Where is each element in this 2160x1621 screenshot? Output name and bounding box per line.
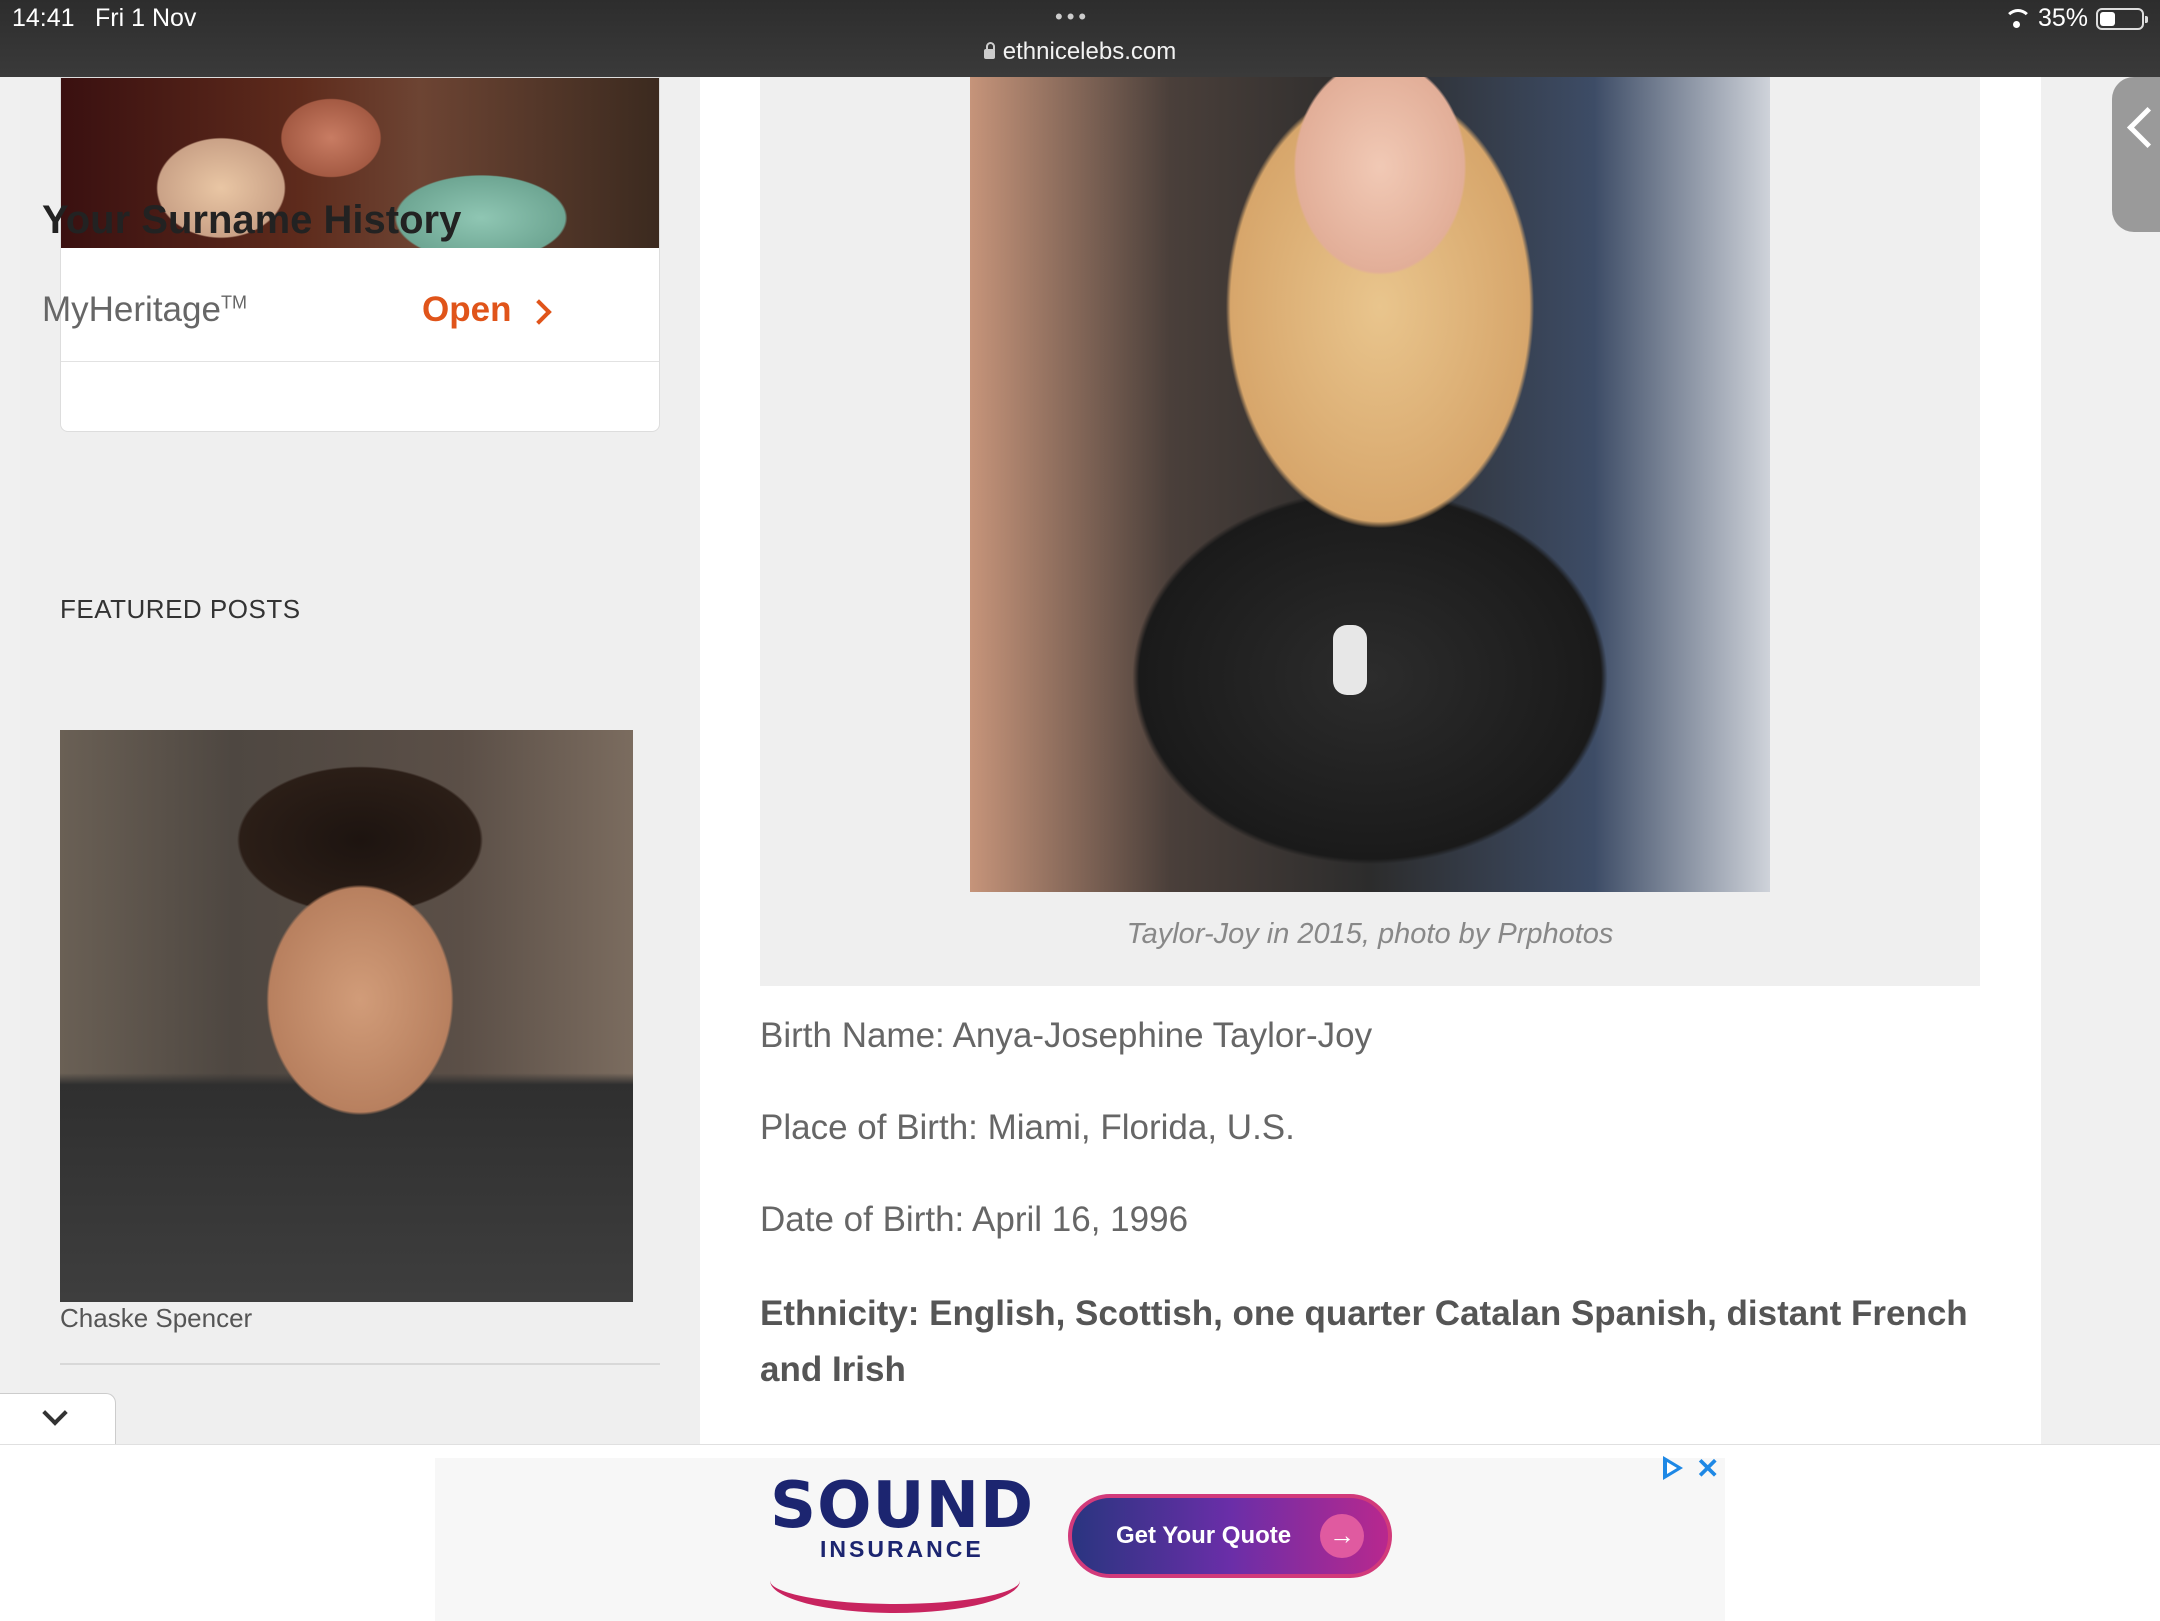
status-indicators: 35% xyxy=(2003,4,2148,33)
sidebar-ad-card[interactable] xyxy=(60,77,660,432)
date-of-birth: Date of Birth: April 16, 1996 xyxy=(760,1200,1189,1239)
chevron-down-icon[interactable] xyxy=(42,1400,68,1426)
sound-insurance-logo[interactable]: SOUND xyxy=(770,1469,1034,1543)
featured-posts-heading: FEATURED POSTS xyxy=(60,594,301,624)
url-text: ethnicelebs.com xyxy=(1002,38,1177,65)
browser-top-bar: 14:41 Fri 1 Nov ••• ethnicelebs.com 35% xyxy=(0,0,2160,77)
ethnicity: Ethnicity: English, Scottish, one quarte… xyxy=(760,1294,1968,1389)
adchoices-icon[interactable] xyxy=(1663,1456,1683,1480)
divider xyxy=(60,1363,660,1365)
ad-headline[interactable]: Your Surname History xyxy=(42,198,461,243)
chevron-left-icon[interactable] xyxy=(2127,103,2145,153)
get-quote-label[interactable]: Get Your Quote xyxy=(1116,1522,1291,1550)
wifi-icon xyxy=(2003,8,2032,29)
status-date: Fri 1 Nov xyxy=(95,4,197,32)
ad-brand-name: MyHeritage xyxy=(42,290,221,329)
photo-caption: Taylor-Joy in 2015, photo by Prphotos xyxy=(1126,918,1614,950)
featured-post-caption[interactable]: Chaske Spencer xyxy=(60,1303,252,1334)
ad-brand-trademark: TM xyxy=(220,292,247,313)
battery-percent: 35% xyxy=(2037,4,2088,32)
place-of-birth: Place of Birth: Miami, Florida, U.S. xyxy=(760,1108,1295,1147)
close-icon[interactable]: ✕ xyxy=(1696,1452,1719,1485)
more-options-icon[interactable]: ••• xyxy=(1055,4,1090,30)
ad-footer xyxy=(61,361,659,431)
collapse-tab[interactable] xyxy=(0,1393,116,1445)
ad-brand: MyHeritageTM xyxy=(42,290,247,330)
logo-swoosh xyxy=(770,1548,1020,1613)
side-panel-handle[interactable] xyxy=(2112,77,2160,232)
ad-open-button[interactable]: Open xyxy=(422,290,511,330)
birth-name: Birth Name: Anya-Josephine Taylor-Joy xyxy=(760,1016,1373,1055)
battery-icon xyxy=(2096,7,2148,30)
featured-post-image[interactable] xyxy=(60,730,633,1302)
article-photo[interactable] xyxy=(970,77,1770,892)
arrow-right-icon[interactable]: → xyxy=(1320,1514,1364,1558)
address-bar[interactable]: ethnicelebs.com xyxy=(0,38,2160,66)
status-time: 14:41 xyxy=(12,4,75,32)
lock-icon xyxy=(983,42,995,59)
photo-detail xyxy=(1333,625,1367,695)
